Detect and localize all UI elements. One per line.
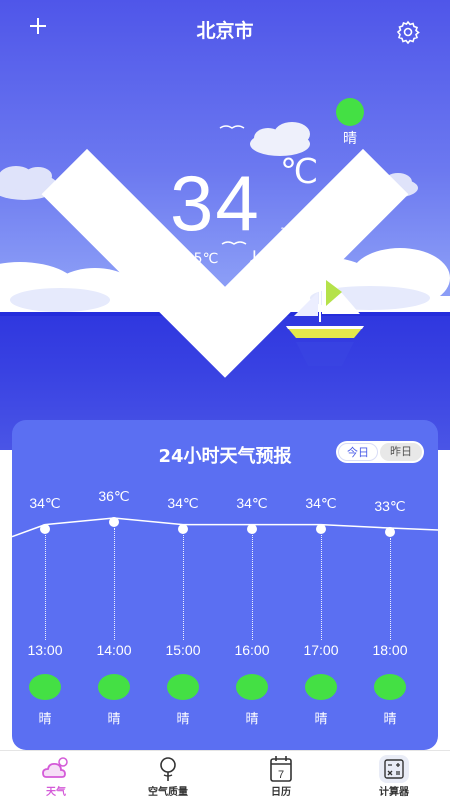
top-bar: 北京市	[0, 0, 450, 378]
hour-time: 17:00	[303, 642, 339, 658]
sunny-icon	[305, 674, 337, 700]
calculator-icon	[379, 755, 409, 783]
hour-condition: 晴	[245, 712, 259, 727]
tab-label: 空气质量	[148, 787, 188, 798]
hour-temperature: 36℃	[98, 488, 130, 504]
hour-guide-line	[182, 534, 184, 640]
sunny-icon	[236, 674, 268, 700]
air-quality-icon	[160, 757, 176, 781]
temperature-point	[247, 523, 257, 534]
temperature-point	[178, 523, 188, 534]
weather-icon	[42, 757, 68, 778]
settings-gear-icon[interactable]	[396, 20, 420, 44]
temperature-point	[109, 517, 119, 527]
low-temperature: ↓ 22℃	[246, 246, 298, 270]
sunny-icon	[167, 674, 199, 700]
forecast-hour: 36℃ 14:00 晴	[84, 420, 144, 750]
forecast-hour: 34℃ 17:00 晴	[291, 420, 351, 750]
sunny-icon	[98, 674, 130, 700]
arrow-down-icon: ↓	[246, 246, 263, 270]
hour-guide-line	[251, 534, 253, 640]
current-condition: 晴	[343, 131, 357, 147]
calendar-day: 7	[278, 769, 284, 781]
forecast-hour: 34℃ 16:00 晴	[222, 420, 282, 750]
tab-calculator[interactable]: 计算器	[338, 751, 450, 800]
arrow-up-icon: ↑	[166, 246, 183, 270]
sunny-icon	[374, 674, 406, 700]
bottom-tab-bar: 天气 空气质量 7 日历 计算器	[0, 750, 450, 800]
hour-condition: 晴	[107, 712, 121, 727]
hour-condition: 晴	[38, 712, 52, 727]
tab-label: 日历	[271, 787, 291, 798]
tab-label: 计算器	[379, 787, 409, 798]
hour-guide-line	[320, 534, 322, 640]
hourly-forecast-card: 24小时天气预报 今日 昨日 34℃ 13:00 晴 36℃ 14:00 晴 34℃ 15:0…	[12, 420, 438, 750]
forecast-hour: 33℃ 18:00 晴	[360, 420, 420, 750]
temperature-unit: ℃	[280, 153, 319, 191]
hour-time: 15:00	[165, 642, 201, 658]
calendar-icon: 7	[270, 756, 292, 782]
hour-guide-line	[44, 534, 46, 640]
hour-temperature: 34℃	[167, 494, 199, 511]
low-temperature-value: 22℃	[264, 251, 299, 267]
tab-label: 天气	[46, 787, 66, 798]
hour-time: 18:00	[372, 642, 408, 658]
temperature-point	[385, 527, 395, 537]
hour-temperature: 34℃	[305, 494, 337, 511]
tab-calendar[interactable]: 7 日历	[225, 751, 337, 800]
forecast-hour: 34℃ 13:00 晴	[15, 420, 75, 750]
high-temperature: ↑ 35℃	[166, 246, 218, 270]
hour-guide-line	[113, 528, 115, 640]
update-time: 14:00更新	[280, 227, 324, 237]
tab-weather[interactable]: 天气	[0, 751, 112, 800]
hour-condition: 晴	[314, 712, 328, 727]
hour-guide-line	[389, 538, 391, 640]
sunny-icon	[336, 98, 364, 126]
hour-time: 13:00	[27, 642, 63, 658]
sunny-icon	[29, 674, 61, 700]
hour-temperature: 34℃	[29, 494, 61, 511]
temperature-point	[40, 523, 50, 534]
hour-condition: 晴	[176, 712, 190, 727]
temperature-point	[316, 523, 326, 534]
hour-condition: 晴	[383, 712, 397, 727]
hour-temperature: 33℃	[374, 498, 406, 514]
tab-air-quality[interactable]: 空气质量	[112, 751, 224, 800]
high-temperature-value: 35℃	[184, 251, 219, 267]
forecast-hour: 34℃ 15:00 晴	[153, 420, 213, 750]
hour-time: 14:00	[96, 642, 132, 658]
hour-time: 16:00	[234, 642, 270, 658]
current-temperature: 34	[170, 159, 261, 247]
hour-temperature: 34℃	[236, 494, 268, 511]
city-name: 北京市	[196, 20, 254, 42]
